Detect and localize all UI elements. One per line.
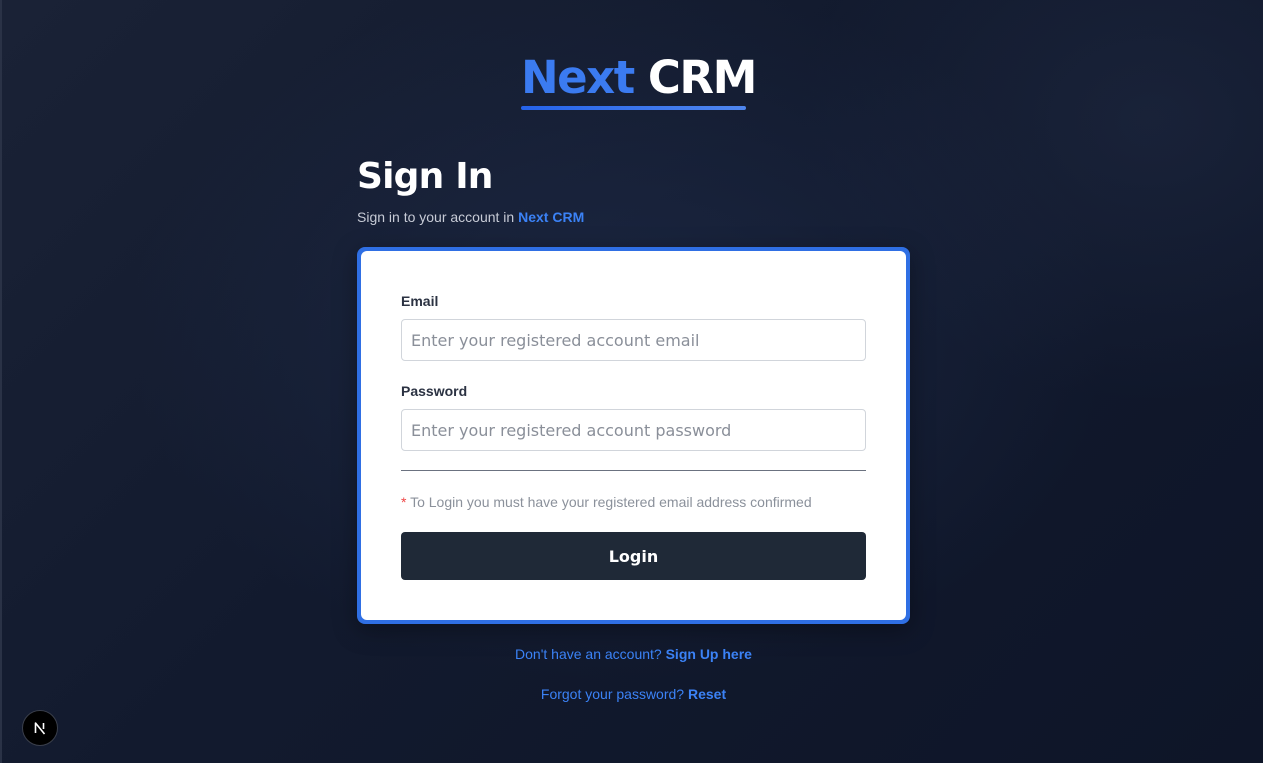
logo-word-crm: CRM — [647, 51, 757, 104]
app-logo: Next CRM — [521, 50, 757, 112]
notice-text: To Login you must have your registered e… — [410, 494, 812, 510]
login-notice: * To Login you must have your registered… — [401, 494, 866, 510]
signup-prompt: Don't have an account? Sign Up here — [357, 646, 910, 662]
nextjs-dev-badge[interactable] — [22, 710, 58, 746]
page-subtitle: Sign in to your account in Next CRM — [357, 209, 584, 225]
subtitle-text: Sign in to your account in — [357, 209, 515, 225]
email-input[interactable] — [401, 319, 866, 361]
forgot-password-prompt: Forgot your password? Reset — [357, 686, 910, 702]
logo-word-next: Next — [521, 51, 635, 104]
logo-text: Next CRM — [521, 50, 757, 106]
form-divider — [401, 470, 866, 471]
signup-prompt-text: Don't have an account? — [515, 646, 662, 662]
login-page: Next CRM Sign In Sign in to your account… — [0, 0, 1263, 763]
password-label: Password — [401, 383, 468, 399]
logo-underline — [521, 106, 746, 110]
password-input[interactable] — [401, 409, 866, 451]
signup-link[interactable]: Sign Up here — [666, 646, 752, 662]
page-title: Sign In — [357, 156, 493, 197]
nextjs-icon — [34, 722, 46, 735]
reset-link[interactable]: Reset — [688, 686, 726, 702]
subtitle-brand: Next CRM — [518, 209, 585, 225]
login-button[interactable]: Login — [401, 532, 866, 580]
required-asterisk: * — [401, 494, 407, 510]
email-label: Email — [401, 293, 439, 309]
window-edge — [0, 0, 2, 763]
forgot-password-text: Forgot your password? — [540, 686, 685, 702]
